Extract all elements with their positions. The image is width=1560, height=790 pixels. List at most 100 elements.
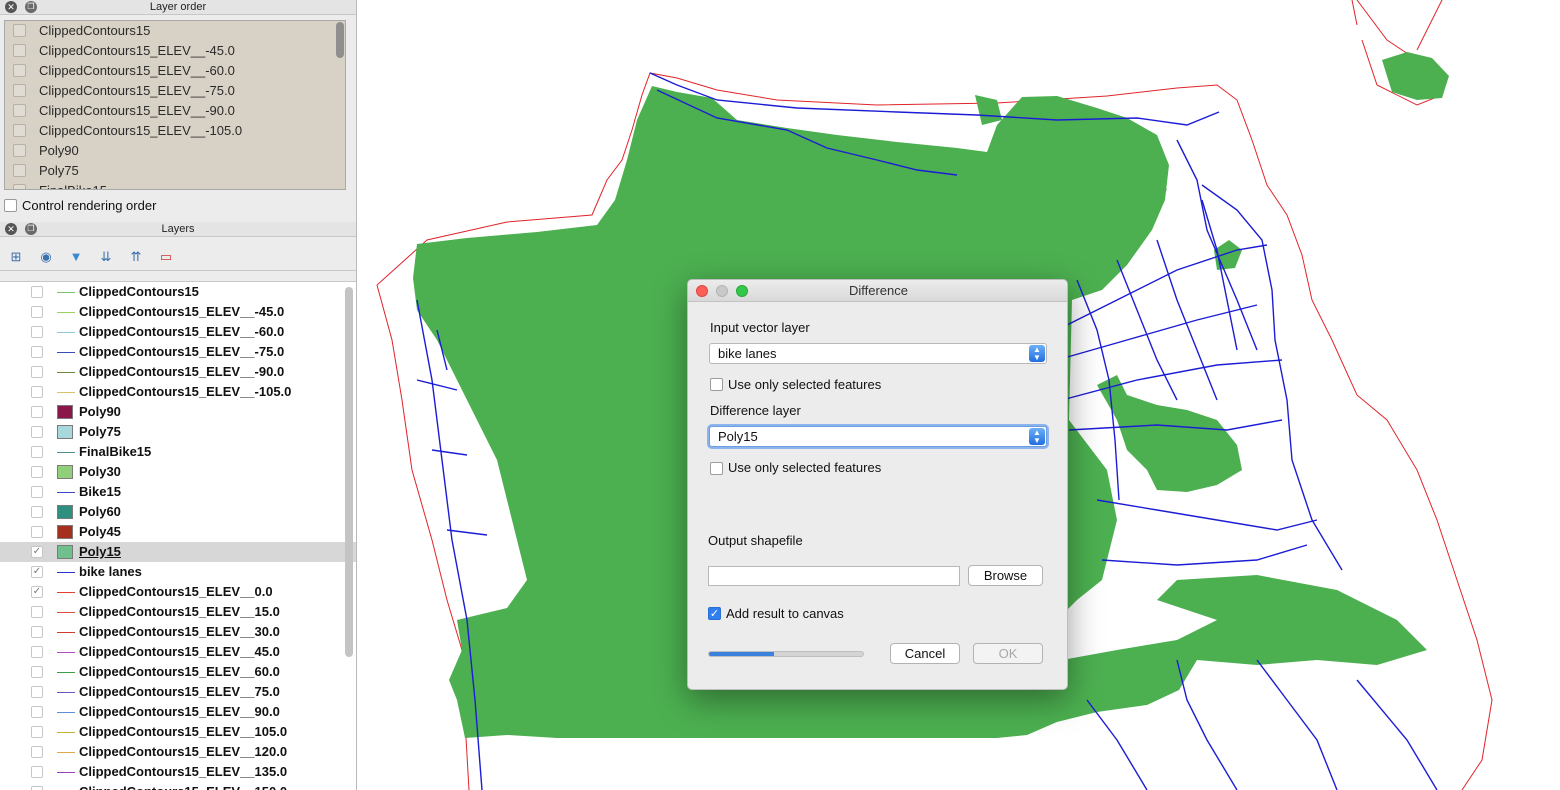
layers-tree[interactable]: ClippedContours15 ClippedContours15_ELEV_… [0, 281, 356, 790]
close-panel-icon[interactable]: ✕ [5, 1, 17, 13]
layer-item[interactable]: ClippedContours15_ELEV__90.0 [0, 702, 356, 722]
layer-order-item[interactable]: Poly90 [5, 141, 345, 161]
layer-visibility-checkbox[interactable] [31, 786, 43, 790]
layer-name: bike lanes [79, 564, 142, 579]
layer-item[interactable]: Poly75 [0, 422, 356, 442]
difference-layer-select[interactable]: Poly15 ▲ ▼ [709, 426, 1047, 447]
layer-visibility-checkbox[interactable] [31, 526, 43, 538]
layer-item[interactable]: ✓ ClippedContours15_ELEV__0.0 [0, 582, 356, 602]
layer-item[interactable]: ClippedContours15_ELEV__-45.0 [0, 302, 356, 322]
layer-order-list[interactable]: ClippedContours15 ClippedContours15_ELEV_… [4, 20, 346, 190]
layer-item[interactable]: ClippedContours15_ELEV__120.0 [0, 742, 356, 762]
control-rendering-order[interactable]: Control rendering order [4, 198, 156, 214]
layer-item[interactable]: ClippedContours15_ELEV__45.0 [0, 642, 356, 662]
layer-item[interactable]: ClippedContours15_ELEV__105.0 [0, 722, 356, 742]
layer-visibility-checkbox[interactable] [31, 326, 43, 338]
layer-order-checkbox[interactable] [13, 184, 26, 189]
layer-item[interactable]: Bike15 [0, 482, 356, 502]
layer-order-item[interactable]: ClippedContours15_ELEV__-90.0 [5, 101, 345, 121]
control-rendering-checkbox[interactable] [4, 199, 17, 212]
layer-item[interactable]: ClippedContours15_ELEV__15.0 [0, 602, 356, 622]
input-layer-select[interactable]: bike lanes ▲ ▼ [709, 343, 1047, 364]
cancel-button[interactable]: Cancel [890, 643, 960, 664]
layer-order-checkbox[interactable] [13, 144, 26, 157]
layer-visibility-checkbox[interactable] [31, 626, 43, 638]
layer-order-checkbox[interactable] [13, 84, 26, 97]
layer-order-item[interactable]: ClippedContours15 [5, 21, 345, 41]
layer-order-item[interactable]: ClippedContours15_ELEV__-75.0 [5, 81, 345, 101]
layer-item[interactable]: FinalBike15 [0, 442, 356, 462]
layer-order-item[interactable]: Poly75 [5, 161, 345, 181]
layer-order-checkbox[interactable] [13, 44, 26, 57]
layer-visibility-checkbox[interactable] [31, 486, 43, 498]
layer-visibility-checkbox[interactable] [31, 306, 43, 318]
expand-all-icon[interactable]: ⇊ [97, 248, 115, 266]
layer-item[interactable]: ClippedContours15_ELEV__135.0 [0, 762, 356, 782]
collapse-all-icon[interactable]: ⇈ [127, 248, 145, 266]
layer-order-scrollbar[interactable] [336, 22, 344, 58]
layer-visibility-checkbox[interactable] [31, 766, 43, 778]
float-panel-icon[interactable]: ❐ [25, 223, 37, 235]
layer-visibility-checkbox[interactable] [31, 366, 43, 378]
layer-order-checkbox[interactable] [13, 64, 26, 77]
layer-order-checkbox[interactable] [13, 124, 26, 137]
add-result-label: Add result to canvas [726, 606, 844, 621]
ok-button[interactable]: OK [973, 643, 1043, 664]
float-panel-icon[interactable]: ❐ [25, 1, 37, 13]
layer-item[interactable]: ClippedContours15_ELEV__-90.0 [0, 362, 356, 382]
layer-visibility-checkbox[interactable] [31, 726, 43, 738]
layer-visibility-checkbox[interactable]: ✓ [31, 586, 43, 598]
layer-order-checkbox[interactable] [13, 104, 26, 117]
layer-order-checkbox[interactable] [13, 164, 26, 177]
close-panel-icon[interactable]: ✕ [5, 223, 17, 235]
layer-visibility-checkbox[interactable] [31, 706, 43, 718]
layer-visibility-checkbox[interactable] [31, 746, 43, 758]
layer-item[interactable]: ClippedContours15_ELEV__75.0 [0, 682, 356, 702]
layer-item[interactable]: ClippedContours15_ELEV__-60.0 [0, 322, 356, 342]
layer-visibility-checkbox[interactable] [31, 426, 43, 438]
filter-icon[interactable]: ▼ [67, 248, 85, 266]
layer-order-item[interactable]: FinalBike15 [5, 181, 345, 189]
layer-visibility-checkbox[interactable] [31, 646, 43, 658]
visibility-icon[interactable]: ◉ [37, 248, 55, 266]
layer-item[interactable]: ClippedContours15 [0, 282, 356, 302]
layer-visibility-checkbox[interactable] [31, 466, 43, 478]
layer-item[interactable]: ClippedContours15_ELEV__60.0 [0, 662, 356, 682]
browse-button[interactable]: Browse [968, 565, 1043, 586]
layer-item[interactable]: Poly90 [0, 402, 356, 422]
layer-order-item[interactable]: ClippedContours15_ELEV__-105.0 [5, 121, 345, 141]
layer-order-checkbox[interactable] [13, 24, 26, 37]
dialog-titlebar[interactable]: Difference [688, 280, 1067, 302]
layer-visibility-checkbox[interactable] [31, 606, 43, 618]
layer-visibility-checkbox[interactable] [31, 446, 43, 458]
layer-name: ClippedContours15_ELEV__0.0 [79, 584, 273, 599]
input-selected-only-checkbox[interactable] [710, 378, 723, 391]
layer-visibility-checkbox[interactable] [31, 686, 43, 698]
layer-item[interactable]: ClippedContours15_ELEV__150.0 [0, 782, 356, 790]
layer-visibility-checkbox[interactable] [31, 406, 43, 418]
layer-item[interactable]: Poly45 [0, 522, 356, 542]
layer-visibility-checkbox[interactable]: ✓ [31, 546, 43, 558]
layer-visibility-checkbox[interactable] [31, 346, 43, 358]
difference-selected-only-checkbox[interactable] [710, 462, 723, 475]
remove-layer-icon[interactable]: ▭ [157, 248, 175, 266]
layer-order-item[interactable]: ClippedContours15_ELEV__-60.0 [5, 61, 345, 81]
layer-visibility-checkbox[interactable] [31, 506, 43, 518]
layer-item[interactable]: ClippedContours15_ELEV__-105.0 [0, 382, 356, 402]
layer-visibility-checkbox[interactable] [31, 386, 43, 398]
layer-order-label: ClippedContours15_ELEV__-60.0 [39, 63, 235, 78]
layer-item[interactable]: ✓ bike lanes [0, 562, 356, 582]
layer-item[interactable]: ClippedContours15_ELEV__30.0 [0, 622, 356, 642]
layer-item[interactable]: Poly30 [0, 462, 356, 482]
layer-visibility-checkbox[interactable] [31, 286, 43, 298]
add-group-icon[interactable]: ⊞ [7, 248, 25, 266]
layer-visibility-checkbox[interactable] [31, 666, 43, 678]
layer-item[interactable]: ✓ Poly15 [0, 542, 356, 562]
layer-item[interactable]: Poly60 [0, 502, 356, 522]
layer-item[interactable]: ClippedContours15_ELEV__-75.0 [0, 342, 356, 362]
layer-visibility-checkbox[interactable]: ✓ [31, 566, 43, 578]
add-result-checkbox[interactable]: ✓ [708, 607, 721, 620]
layer-order-item[interactable]: ClippedContours15_ELEV__-45.0 [5, 41, 345, 61]
layers-scrollbar[interactable] [345, 287, 353, 657]
output-shapefile-field[interactable] [708, 566, 960, 586]
